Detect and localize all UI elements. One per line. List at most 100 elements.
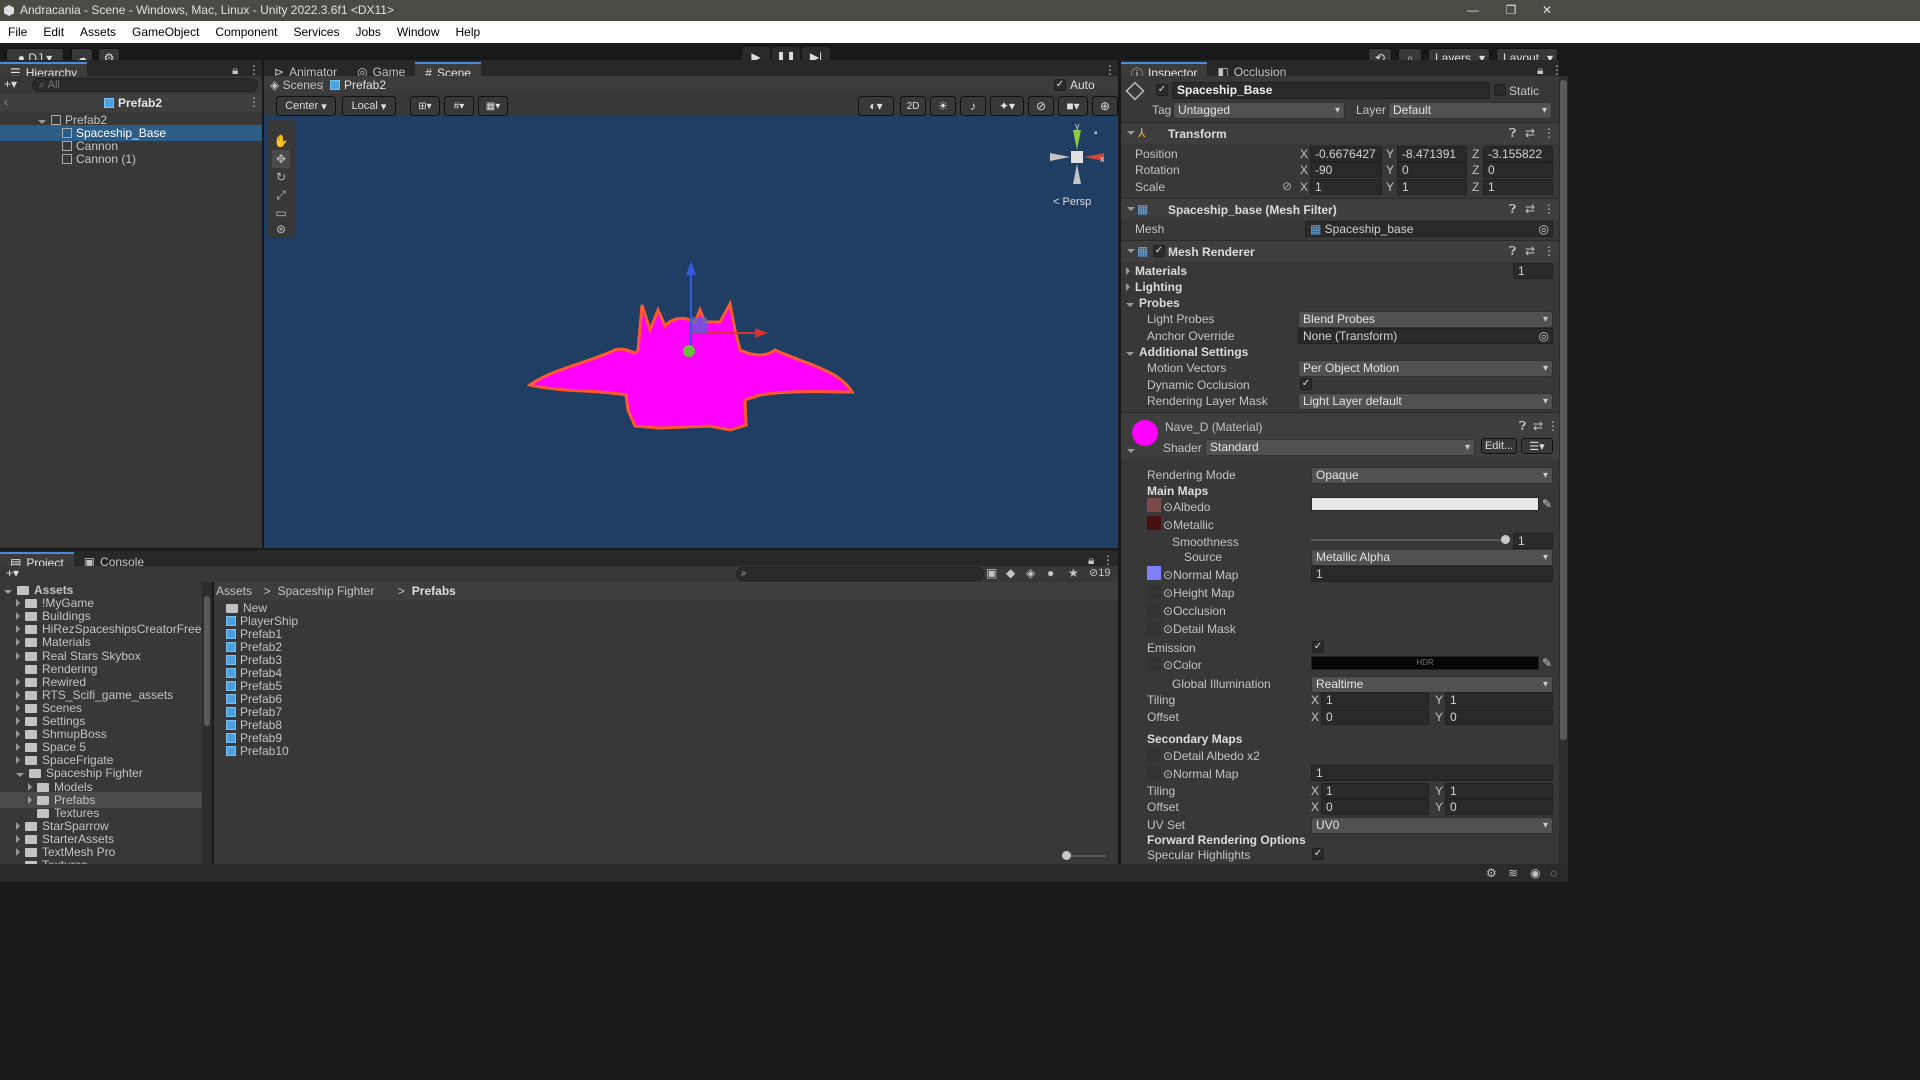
menu-item-services[interactable]: Services: [285, 25, 347, 39]
occlusion-texture-slot[interactable]: [1147, 603, 1161, 617]
help-icon[interactable]: ❓︎: [1509, 244, 1516, 259]
kebab-menu-icon[interactable]: ⋮: [1551, 63, 1563, 77]
tiling-x-field[interactable]: 1: [1321, 692, 1429, 708]
back-arrow-icon[interactable]: ‹: [4, 95, 8, 109]
kebab-menu-icon[interactable]: ⋮: [248, 95, 260, 109]
shader-menu-button[interactable]: ☰▾: [1521, 438, 1553, 454]
kebab-menu-icon[interactable]: ⋮: [1102, 553, 1114, 567]
foldout-arrow-icon[interactable]: [16, 638, 20, 647]
slider-thumb[interactable]: [1501, 535, 1510, 544]
audio-toggle[interactable]: ♪: [960, 96, 986, 116]
foldout-arrow-icon[interactable]: [16, 677, 20, 686]
albedo-texture-slot[interactable]: [1147, 498, 1161, 512]
specular-highlights-checkbox[interactable]: ✓: [1312, 848, 1324, 860]
gizmos-dropdown[interactable]: ⊕: [1092, 96, 1118, 116]
search-by-tag-icon[interactable]: ◈: [1026, 566, 1035, 580]
icon-size-slider[interactable]: [1062, 851, 1106, 860]
foldout-arrow-icon[interactable]: [1126, 303, 1134, 307]
help-icon[interactable]: ❓︎: [1509, 126, 1516, 141]
menu-item-help[interactable]: Help: [448, 25, 489, 39]
menu-item-file[interactable]: File: [0, 25, 35, 39]
inspector-scrollbar[interactable]: [1559, 76, 1568, 864]
search-by-label-icon[interactable]: ◆: [1006, 566, 1015, 580]
pivot-dropdown[interactable]: Center ▾: [276, 96, 336, 116]
constrain-proportions-icon[interactable]: ⊘: [1282, 179, 1292, 193]
emission-texture-slot[interactable]: [1147, 657, 1161, 671]
kebab-menu-icon[interactable]: ⋮: [1543, 202, 1555, 216]
foldout-arrow-icon[interactable]: [16, 821, 20, 830]
menu-item-jobs[interactable]: Jobs: [347, 25, 388, 39]
material-header[interactable]: Nave_D (Material) Shader Standard Edit..…: [1121, 412, 1559, 460]
foldout-arrow-icon[interactable]: [1127, 449, 1135, 453]
rendering-mode-dropdown[interactable]: Opaque: [1311, 467, 1553, 484]
kebab-menu-icon[interactable]: ⋮: [1543, 126, 1555, 140]
foldout-arrow-icon[interactable]: [28, 782, 32, 791]
progress-icon[interactable]: ◌: [1550, 866, 1557, 880]
effects-dropdown[interactable]: ✦▾: [990, 96, 1024, 116]
object-name-input[interactable]: Spaceship_Base: [1172, 82, 1490, 99]
2d-toggle[interactable]: 2D: [900, 96, 926, 116]
scenes-breadcrumb[interactable]: ◈ Scenes: [270, 78, 323, 92]
lighting-icon[interactable]: ◉: [1530, 866, 1540, 880]
eyedropper-icon[interactable]: ✎: [1542, 656, 1552, 670]
height-map-texture-slot[interactable]: [1147, 585, 1161, 599]
kebab-menu-icon[interactable]: ⋮: [248, 63, 260, 77]
help-icon[interactable]: ❓︎: [1519, 419, 1526, 434]
autosave-checkbox[interactable]: ✓: [1054, 79, 1066, 91]
smoothness-value-field[interactable]: 1: [1513, 533, 1553, 549]
rotation-z-field[interactable]: 0: [1483, 162, 1553, 178]
visibility-toggle[interactable]: ⊘: [1028, 96, 1054, 116]
breadcrumb-item[interactable]: Spaceship Fighter: [278, 584, 375, 598]
object-picker-icon[interactable]: ◎: [1539, 329, 1549, 343]
perspective-label[interactable]: < Persp: [1053, 196, 1091, 208]
scale-x-field[interactable]: 1: [1310, 179, 1382, 195]
normal-map-scale-field[interactable]: 1: [1311, 566, 1553, 582]
foldout-arrow-icon[interactable]: [16, 730, 20, 739]
layers-icon[interactable]: ≋: [1508, 866, 1518, 880]
move-tool-icon[interactable]: ✥: [272, 150, 290, 168]
preset-icon[interactable]: ⇄: [1525, 202, 1535, 216]
slider-thumb[interactable]: [1062, 851, 1071, 860]
prefab-breadcrumb[interactable]: Prefab2: [330, 78, 386, 92]
offset-y-field[interactable]: 0: [1445, 709, 1553, 725]
favorite-star-icon[interactable]: ★: [1068, 566, 1079, 580]
materials-foldout[interactable]: Materials: [1126, 264, 1187, 278]
foldout-arrow-icon[interactable]: [1126, 352, 1134, 356]
hand-tool-icon[interactable]: ✋: [272, 132, 290, 150]
foldout-arrow-icon[interactable]: [16, 756, 20, 765]
increment-snap-dropdown[interactable]: ▦▾: [478, 96, 508, 116]
snap-dropdown[interactable]: ⊞▾: [410, 96, 440, 116]
mesh-renderer-enabled-checkbox[interactable]: ✓: [1153, 245, 1165, 257]
menu-item-component[interactable]: Component: [207, 25, 285, 39]
shader-edit-button[interactable]: Edit...: [1481, 438, 1517, 454]
foldout-arrow-icon[interactable]: [28, 795, 32, 804]
source-dropdown[interactable]: Metallic Alpha: [1311, 549, 1553, 566]
add-object-button[interactable]: +▾: [4, 77, 17, 91]
transform-header[interactable]: ⅄ Transform ❓︎ ⇄ ⋮: [1121, 122, 1559, 144]
emission-checkbox[interactable]: ✓: [1312, 641, 1324, 653]
rotation-y-field[interactable]: 0: [1397, 162, 1467, 178]
shader-dropdown[interactable]: Standard: [1205, 439, 1475, 456]
project-file-item[interactable]: Prefab10: [226, 743, 289, 759]
rotation-x-field[interactable]: -90: [1310, 162, 1382, 178]
menu-item-assets[interactable]: Assets: [72, 25, 124, 39]
light-probes-dropdown[interactable]: Blend Probes: [1298, 311, 1553, 328]
smoothness-slider[interactable]: [1311, 535, 1510, 544]
grid-dropdown[interactable]: #▾: [444, 96, 474, 116]
static-checkbox[interactable]: [1494, 84, 1506, 96]
dynamic-occlusion-checkbox[interactable]: ✓: [1300, 378, 1312, 390]
foldout-arrow-icon[interactable]: [1127, 207, 1135, 211]
foldout-arrow-icon[interactable]: [1127, 131, 1135, 135]
foldout-arrow-icon[interactable]: [4, 590, 12, 594]
probes-foldout[interactable]: Probes: [1126, 296, 1180, 310]
move-gizmo[interactable]: [660, 255, 780, 370]
active-checkbox[interactable]: ✓: [1156, 84, 1168, 96]
foldout-arrow-icon[interactable]: [16, 717, 20, 725]
mesh-object-field[interactable]: ▦ Spaceship_base ◎: [1305, 221, 1553, 237]
secondary-normal-texture-slot[interactable]: [1147, 766, 1161, 780]
project-tree-item[interactable]: Textures: [0, 857, 202, 864]
orientation-gizmo[interactable]: y x: [1042, 122, 1112, 192]
metallic-texture-slot[interactable]: [1147, 516, 1161, 530]
mesh-renderer-header[interactable]: ▦ ✓ Mesh Renderer ❓︎ ⇄ ⋮: [1121, 240, 1559, 262]
hierarchy-row-cannon-1[interactable]: Cannon (1): [0, 151, 262, 167]
